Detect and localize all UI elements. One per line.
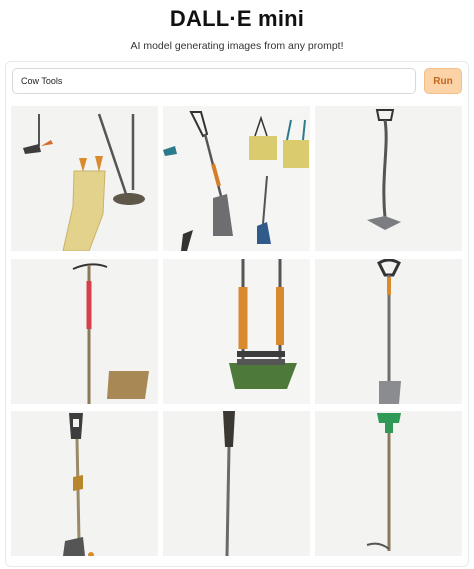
result-image-9[interactable] xyxy=(315,411,462,556)
result-image-3[interactable] xyxy=(315,106,462,251)
app-title: DALL·E mini xyxy=(169,6,305,31)
result-image-7[interactable] xyxy=(11,411,158,556)
result-image-2[interactable] xyxy=(163,106,310,251)
result-image-4[interactable] xyxy=(11,259,158,404)
prompt-input[interactable] xyxy=(12,68,416,94)
result-image-5[interactable] xyxy=(163,259,310,404)
result-image-1[interactable] xyxy=(11,106,158,251)
app-subtitle: AI model generating images from any prom… xyxy=(130,40,344,52)
run-button[interactable]: Run xyxy=(424,68,462,94)
result-image-6[interactable] xyxy=(315,259,462,404)
result-image-8[interactable] xyxy=(163,411,310,556)
